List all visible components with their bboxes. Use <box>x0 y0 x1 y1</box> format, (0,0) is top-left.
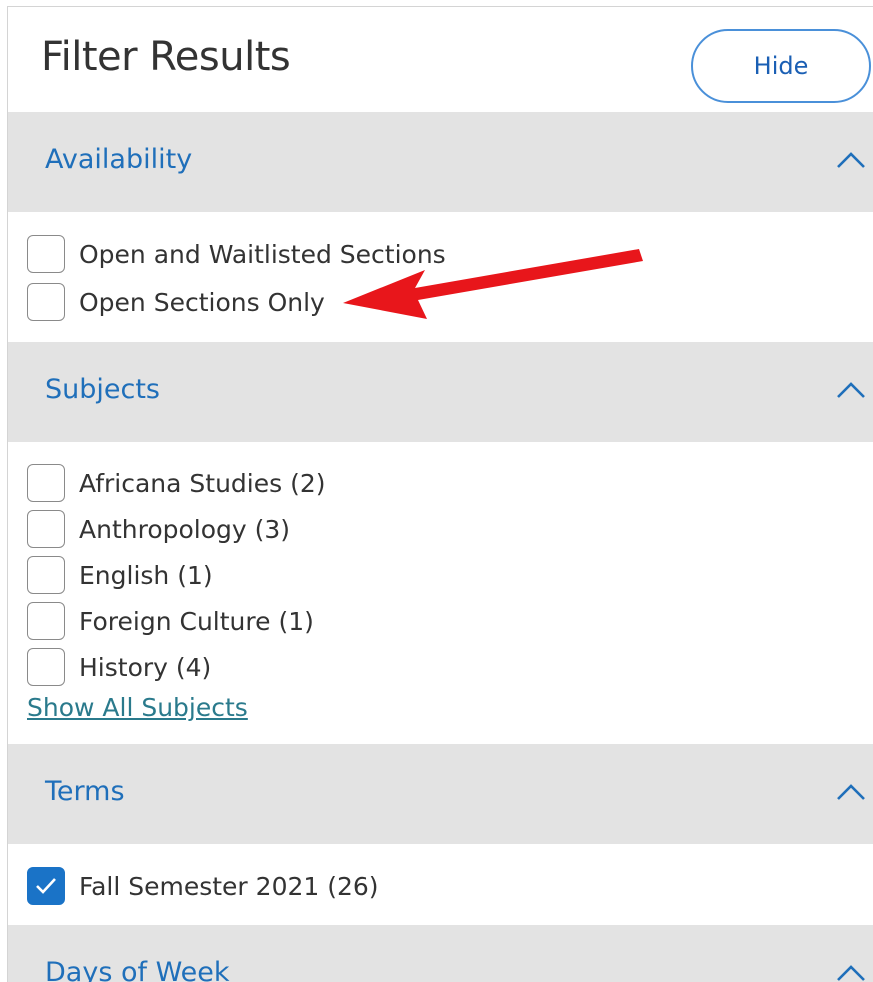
section-title-subjects: Subjects <box>45 374 161 405</box>
hide-button[interactable]: Hide <box>691 29 871 103</box>
option-label: History (4) <box>79 652 212 682</box>
section-header-subjects[interactable]: Subjects <box>8 342 873 442</box>
red-arrow-annotation <box>343 245 653 335</box>
show-all-subjects-link[interactable]: Show All Subjects <box>27 693 248 722</box>
filter-panel: Filter Results Hide Availability Open an… <box>7 6 873 982</box>
option-label: Anthropology (3) <box>79 514 291 544</box>
chevron-up-icon <box>834 781 868 803</box>
option-history[interactable]: History (4) <box>27 646 211 688</box>
section-header-availability[interactable]: Availability <box>8 112 873 212</box>
checkbox[interactable] <box>27 464 65 502</box>
option-anthropology[interactable]: Anthropology (3) <box>27 508 290 550</box>
checkmark-icon <box>36 878 56 894</box>
checkbox[interactable] <box>27 556 65 594</box>
section-title-days-of-week: Days of Week <box>45 957 230 982</box>
checkbox-checked[interactable] <box>27 867 65 905</box>
checkbox[interactable] <box>27 235 65 273</box>
option-label: Africana Studies (2) <box>79 468 326 498</box>
option-label: Foreign Culture (1) <box>79 606 314 636</box>
chevron-up-icon <box>834 962 868 982</box>
option-label: English (1) <box>79 560 213 590</box>
option-label: Fall Semester 2021 (26) <box>79 871 379 901</box>
section-header-terms[interactable]: Terms <box>8 744 873 844</box>
checkbox[interactable] <box>27 648 65 686</box>
page-title: Filter Results <box>41 34 291 80</box>
option-english[interactable]: English (1) <box>27 554 213 596</box>
section-title-terms: Terms <box>45 776 125 807</box>
option-open-sections-only[interactable]: Open Sections Only <box>27 281 325 323</box>
filter-header: Filter Results Hide <box>8 7 873 112</box>
chevron-up-icon <box>834 149 868 171</box>
section-title-availability: Availability <box>45 144 193 175</box>
checkbox[interactable] <box>27 510 65 548</box>
checkbox[interactable] <box>27 602 65 640</box>
chevron-up-icon <box>834 379 868 401</box>
option-label: Open Sections Only <box>79 287 325 317</box>
option-foreign-culture[interactable]: Foreign Culture (1) <box>27 600 314 642</box>
option-fall-semester-2021[interactable]: Fall Semester 2021 (26) <box>27 865 379 907</box>
section-header-days-of-week[interactable]: Days of Week <box>8 925 873 982</box>
checkbox[interactable] <box>27 283 65 321</box>
option-africana-studies[interactable]: Africana Studies (2) <box>27 462 326 504</box>
